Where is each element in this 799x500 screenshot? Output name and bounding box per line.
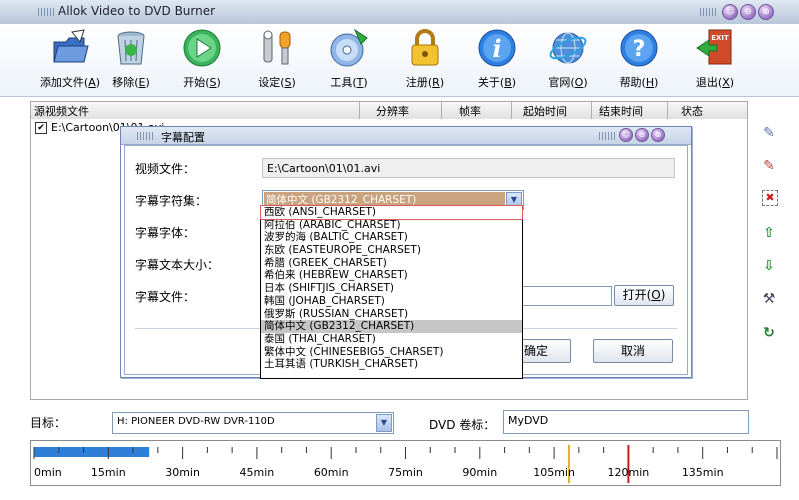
timeline-label: 45min bbox=[240, 466, 275, 479]
charset-option[interactable]: 泰国 (THAI_CHARSET) bbox=[261, 333, 522, 346]
register-button[interactable]: 注册(R) bbox=[400, 28, 450, 90]
start-button[interactable]: 开始(S) bbox=[176, 28, 228, 90]
target-drive-value: H: PIONEER DVD-RW DVR-110D bbox=[117, 416, 275, 427]
exit-button[interactable]: EXIT 退出(X) bbox=[690, 28, 740, 90]
column-status[interactable]: 状态 bbox=[681, 103, 703, 119]
column-start-time[interactable]: 起始时间 bbox=[523, 103, 567, 119]
play-icon bbox=[182, 28, 222, 68]
target-label: 目标： bbox=[30, 416, 67, 430]
column-source-file[interactable]: 源视频文件 bbox=[34, 103, 89, 119]
timeline-label: 15min bbox=[91, 466, 126, 479]
timeline-label: 60min bbox=[314, 466, 349, 479]
column-frame-rate[interactable]: 帧率 bbox=[459, 103, 481, 119]
dialog-title: 字幕配置 bbox=[161, 131, 205, 144]
dialog-close-button[interactable]: ⊗ bbox=[651, 128, 665, 142]
charset-option[interactable]: 繁体中文 (CHINESEBIG5_CHARSET) bbox=[261, 346, 522, 359]
refresh-icon[interactable]: ↻ bbox=[760, 324, 778, 342]
settings-button[interactable]: 设定(S) bbox=[252, 28, 302, 90]
move-up-icon[interactable]: ⇧ bbox=[760, 224, 778, 242]
title-bar: Allok Video to DVD Burner ☺ ⊖ ⊗ bbox=[0, 0, 799, 25]
volume-label: DVD 卷标： bbox=[429, 418, 496, 432]
cancel-button[interactable]: 取消 bbox=[593, 339, 673, 363]
exit-icon: EXIT bbox=[695, 28, 735, 68]
add-file-button[interactable]: 添加文件(A) bbox=[34, 28, 106, 90]
delete-icon[interactable]: ✖ bbox=[762, 190, 778, 206]
info-icon: i bbox=[477, 28, 517, 68]
charset-option[interactable]: 韩国 (JOHAB_CHARSET) bbox=[261, 295, 522, 308]
remove-button[interactable]: 移除(E) bbox=[106, 28, 156, 90]
grip-icon bbox=[599, 132, 615, 140]
disc-tool-icon bbox=[329, 28, 369, 68]
grip-icon bbox=[700, 8, 716, 16]
charset-dropdown-list[interactable]: 西欧 (ANSI_CHARSET) 阿拉伯 (ARABIC_CHARSET) 波罗的… bbox=[260, 205, 523, 379]
size-label: 字幕文本大小： bbox=[135, 258, 220, 272]
file-list-header: 源视频文件 分辨率 帧率 起始时间 结束时间 状态 bbox=[30, 101, 748, 120]
capacity-timeline: 0min 15min 30min 45min 60min 75min 90min 105min… bbox=[30, 440, 781, 486]
edit-icon[interactable]: ✎ bbox=[760, 124, 778, 142]
charset-option[interactable]: 东欧 (EASTEUROPE_CHARSET) bbox=[261, 244, 522, 257]
charset-option[interactable]: 日本 (SHIFTJIS_CHARSET) bbox=[261, 282, 522, 295]
subtitle-file-label: 字幕文件： bbox=[135, 290, 196, 304]
edit-red-icon[interactable]: ✎ bbox=[760, 157, 778, 175]
minimize-button[interactable]: ☺ bbox=[722, 4, 738, 20]
chevron-down-icon[interactable]: ▼ bbox=[376, 414, 392, 432]
timeline-scale: 0min 15min 30min 45min 60min 75min 90min 105min… bbox=[33, 445, 778, 483]
dialog-maximize-button[interactable]: ⊖ bbox=[635, 128, 649, 142]
timeline-label: 105min bbox=[533, 466, 575, 479]
charset-option[interactable]: 波罗的海 (BALTIC_CHARSET) bbox=[261, 231, 522, 244]
charset-label: 字幕字符集： bbox=[135, 194, 208, 208]
timeline-label: 75min bbox=[388, 466, 423, 479]
volume-input[interactable]: MyDVD bbox=[503, 410, 749, 434]
font-label: 字幕字体： bbox=[135, 226, 196, 240]
tool-icon[interactable]: ⚒ bbox=[760, 290, 778, 308]
grip-icon bbox=[137, 132, 153, 140]
charset-option[interactable]: 阿拉伯 (ARABIC_CHARSET) bbox=[261, 219, 522, 232]
svg-text:?: ? bbox=[633, 37, 646, 62]
timeline-label: 30min bbox=[165, 466, 200, 479]
dialog-title-bar: 字幕配置 ☺ ⊖ ⊗ bbox=[121, 127, 691, 145]
timeline-label: 135min bbox=[682, 466, 724, 479]
lock-icon bbox=[405, 28, 445, 68]
timeline-label: 0min bbox=[34, 466, 62, 479]
folder-add-icon bbox=[50, 28, 90, 68]
about-button[interactable]: i 关于(B) bbox=[472, 28, 522, 90]
charset-option[interactable]: 希伯来 (HEBREW_CHARSET) bbox=[261, 269, 522, 282]
column-end-time[interactable]: 结束时间 bbox=[599, 103, 643, 119]
close-button[interactable]: ⊗ bbox=[758, 4, 774, 20]
video-file-field: E:\Cartoon\01\01.avi bbox=[262, 158, 675, 178]
move-down-icon[interactable]: ⇩ bbox=[760, 257, 778, 275]
svg-text:i: i bbox=[492, 34, 501, 63]
dialog-minimize-button[interactable]: ☺ bbox=[619, 128, 633, 142]
target-drive-select[interactable]: H: PIONEER DVD-RW DVR-110D ▼ bbox=[112, 412, 394, 434]
help-button[interactable]: ? 帮助(H) bbox=[614, 28, 664, 90]
website-button[interactable]: 官网(O) bbox=[542, 28, 594, 90]
used-capacity-bar bbox=[34, 447, 150, 457]
help-icon: ? bbox=[619, 28, 659, 68]
window-title: Allok Video to DVD Burner bbox=[58, 4, 216, 18]
charset-option[interactable]: 土耳其语 (TURKISH_CHARSET) bbox=[261, 358, 522, 371]
maximize-button[interactable]: ⊖ bbox=[740, 4, 756, 20]
column-resolution[interactable]: 分辨率 bbox=[376, 103, 409, 119]
wrench-icon bbox=[257, 28, 297, 68]
recycle-bin-icon bbox=[111, 28, 151, 68]
file-row-checkbox[interactable]: ✔ bbox=[35, 122, 47, 134]
timeline-label: 90min bbox=[462, 466, 497, 479]
video-file-label: 视频文件： bbox=[135, 162, 196, 176]
charset-option[interactable]: 简体中文 (GB2312_CHARSET) bbox=[261, 320, 522, 333]
charset-option[interactable]: 西欧 (ANSI_CHARSET) bbox=[260, 205, 523, 220]
charset-option[interactable]: 俄罗斯 (RUSSIAN_CHARSET) bbox=[261, 308, 522, 321]
grip-icon bbox=[38, 8, 54, 16]
open-button[interactable]: 打开(O) bbox=[614, 285, 674, 306]
toolbar: 添加文件(A) 移除(E) 开始(S) 设定(S) 工具(T) 注册(R) i bbox=[0, 24, 799, 97]
svg-text:EXIT: EXIT bbox=[711, 34, 729, 42]
charset-option[interactable]: 希腊 (GREEK_CHARSET) bbox=[261, 257, 522, 270]
tools-button[interactable]: 工具(T) bbox=[324, 28, 374, 90]
timeline-label: 120min bbox=[608, 466, 650, 479]
globe-icon bbox=[548, 28, 588, 68]
